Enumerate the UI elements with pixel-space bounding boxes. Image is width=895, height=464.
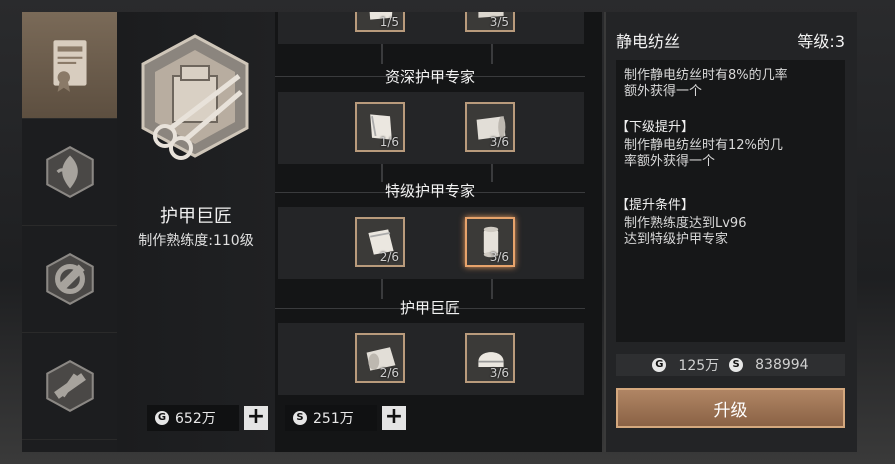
skill-detail-panel: 静电纺丝 等级:3 制作静电纺丝时有8%的几率 额外获得一个 【下级提升】 制作… <box>604 12 857 452</box>
skill-title: 静电纺丝 <box>616 32 681 51</box>
tier-row: 1/5 3/5 <box>278 12 584 44</box>
tier-row: 1/6 3/6 <box>278 92 584 164</box>
skill-description-box: 制作静电纺丝时有8%的几率 额外获得一个 【下级提升】 制作静电纺丝时有12%的… <box>616 60 845 342</box>
skill-desc-line: 额外获得一个 <box>624 84 703 99</box>
skill-node-selected[interactable]: 3/6 <box>465 217 515 267</box>
upgrade-cost: G 125万 S 838994 <box>616 354 845 376</box>
tree-connector <box>381 44 383 64</box>
upgrade-condition-heading: 【提升条件】 <box>616 198 695 213</box>
node-count: 1/6 <box>379 135 399 149</box>
tab-weapon[interactable] <box>22 333 117 440</box>
node-count: 3/6 <box>489 250 509 264</box>
gold-coin-icon: G <box>652 358 667 372</box>
node-count: 3/6 <box>489 135 509 149</box>
skill-node[interactable]: 1/6 <box>355 102 405 152</box>
tier-title: 护甲巨匠 <box>399 299 460 317</box>
next-level-heading: 【下级提升】 <box>616 120 695 135</box>
next-level-line: 率额外获得一个 <box>624 154 716 169</box>
category-tabs <box>22 12 117 452</box>
gold-coin-icon: G <box>155 411 169 425</box>
skill-tree: 1/5 3/5 资深护甲专家 1/6 3/6 特级护甲专家 2/6 3/6 护甲… <box>275 12 585 452</box>
silver-amount: 251万 <box>313 411 354 427</box>
skill-desc-line: 制作静电纺丝时有8%的几率 <box>624 68 788 83</box>
condition-line: 达到特级护甲专家 <box>624 232 729 247</box>
tree-connector <box>381 279 383 299</box>
tier-row: 2/6 3/6 <box>278 323 584 395</box>
profession-panel: 护甲巨匠 制作熟练度:110级 1/5 3/5 资深护甲专家 1/6 3/6 特… <box>117 12 602 452</box>
upgrade-button[interactable]: 升级 <box>616 388 845 428</box>
herb-crafting-icon <box>45 146 94 198</box>
node-count: 3/5 <box>489 15 509 29</box>
skill-node[interactable]: 3/5 <box>465 12 515 32</box>
gold-currency: G 652万 <box>147 405 239 431</box>
tab-certificate[interactable] <box>22 12 117 119</box>
tier-title: 资深护甲专家 <box>384 68 475 86</box>
tab-herb[interactable] <box>22 119 117 226</box>
certificate-icon <box>52 40 87 92</box>
cost-gold: 125万 <box>678 358 720 374</box>
silver-currency: S 251万 <box>285 405 377 431</box>
silver-coin-icon: S <box>293 411 307 425</box>
tree-connector <box>491 44 493 64</box>
node-count: 2/6 <box>379 366 399 380</box>
skill-level: 等级:3 <box>797 32 845 51</box>
tab-gear[interactable] <box>22 226 117 333</box>
skill-node[interactable]: 3/6 <box>465 333 515 383</box>
node-count: 2/6 <box>379 250 399 264</box>
tier-row: 2/6 3/6 <box>278 207 584 279</box>
cost-silver: 838994 <box>755 357 809 373</box>
skill-node[interactable]: 2/6 <box>355 333 405 383</box>
profession-level: 制作熟练度:110级 <box>138 233 254 249</box>
node-count: 1/5 <box>379 15 399 29</box>
next-level-line: 制作静电纺丝时有12%的几 <box>624 138 783 153</box>
add-gold-button[interactable]: + <box>244 406 268 430</box>
profession-info: 护甲巨匠 制作熟练度:110级 <box>117 12 275 452</box>
profession-name: 护甲巨匠 <box>160 206 232 227</box>
skill-node[interactable]: 1/5 <box>355 12 405 32</box>
weapon-crafting-icon <box>45 360 94 412</box>
gold-amount: 652万 <box>175 411 216 427</box>
gear-hammer-icon <box>45 253 94 305</box>
skill-node[interactable]: 3/6 <box>465 102 515 152</box>
tier-title: 特级护甲专家 <box>384 182 475 200</box>
condition-line: 制作熟练度达到Lv96 <box>624 216 747 231</box>
armor-scissors-emblem-icon <box>141 34 249 160</box>
tree-connector <box>491 279 493 299</box>
node-count: 3/6 <box>489 366 509 380</box>
skill-node[interactable]: 2/6 <box>355 217 405 267</box>
silver-coin-icon: S <box>729 358 744 372</box>
add-silver-button[interactable]: + <box>382 406 406 430</box>
